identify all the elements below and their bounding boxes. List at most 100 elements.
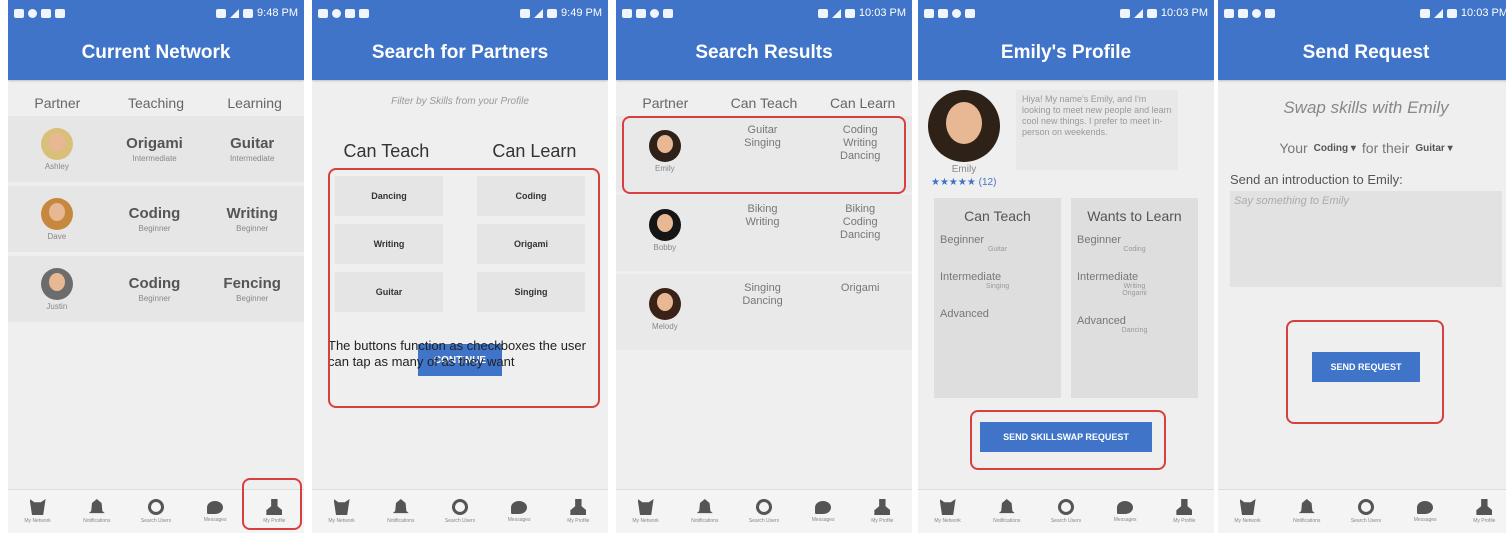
teach-skill: Origami	[126, 135, 183, 152]
learn-skill: Dancing	[840, 150, 881, 162]
swap-heading: Swap skills with Emily	[1283, 98, 1449, 117]
nav-label: My Network	[934, 518, 961, 524]
learn-filter-chip[interactable]: Origami	[477, 224, 585, 264]
selected-value: Coding	[1313, 142, 1349, 154]
partner-name: Bobby	[653, 243, 677, 252]
nav-notifications[interactable]: Notifications	[67, 499, 126, 524]
learn-filter-chip[interactable]: Singing	[477, 272, 585, 312]
teach-skill: Biking	[747, 203, 778, 215]
nav-my-network[interactable]: My Network	[8, 499, 67, 524]
nav-search-users[interactable]: Search Users	[1036, 499, 1095, 524]
nav-messages[interactable]: Messages	[1396, 500, 1455, 523]
your-label: Your	[1279, 140, 1308, 156]
bottom-nav: My Network Notifications Search Users Me…	[1218, 489, 1506, 533]
nav-my-network[interactable]: My Network	[918, 499, 977, 524]
nav-label: Notifications	[83, 518, 111, 524]
signal-icon	[230, 8, 240, 18]
status-icon	[41, 8, 51, 18]
nav-label: Messages	[811, 516, 835, 523]
bell-icon	[998, 499, 1015, 514]
level-heading: Intermediate	[1077, 271, 1139, 283]
result-row[interactable]: Bobby Biking Writing Biking Coding Dancing	[616, 195, 912, 271]
person-icon	[570, 499, 587, 515]
status-icon	[663, 8, 673, 18]
teach-level: Intermediate	[132, 154, 177, 163]
nav-label: Messages	[203, 516, 227, 523]
level-skills: Singing	[985, 283, 1010, 290]
status-icon	[952, 8, 961, 18]
your-skill-select[interactable]: Coding ▾	[1314, 143, 1356, 154]
bell-icon	[1298, 499, 1315, 514]
wifi-icon	[520, 8, 531, 18]
nav-label: Search Users	[748, 518, 780, 524]
search-icon	[1357, 499, 1374, 515]
nav-notifications[interactable]: Notifications	[1277, 499, 1336, 524]
introduction-textarea[interactable]: Say something to Emily	[1230, 191, 1502, 287]
wifi-icon	[1119, 8, 1130, 18]
can-teach-panel: Can Teach Beginner Guitar Intermediate S…	[934, 198, 1061, 398]
nav-my-network[interactable]: My Network	[616, 499, 675, 524]
nav-messages[interactable]: Messages	[186, 500, 245, 523]
learn-skill: Origami	[840, 282, 880, 294]
nav-search-users[interactable]: Search Users	[734, 499, 793, 524]
status-icon	[650, 8, 659, 18]
chat-icon	[207, 500, 224, 514]
signal-icon	[1133, 8, 1143, 18]
nav-my-profile[interactable]: My Profile	[1455, 499, 1506, 524]
nav-my-profile[interactable]: My Profile	[245, 499, 304, 524]
learn-skill: Guitar	[230, 135, 275, 152]
teach-filter-chip[interactable]: Guitar	[335, 272, 443, 312]
nav-messages[interactable]: Messages	[1096, 500, 1155, 523]
nav-my-network[interactable]: My Network	[312, 499, 371, 524]
result-row[interactable]: Melody Singing Dancing Origami	[616, 274, 912, 350]
nav-my-network[interactable]: My Network	[1218, 499, 1277, 524]
learn-skill: Dancing	[840, 229, 881, 241]
result-row[interactable]: Emily Guitar Singing Coding Writing Dancing	[616, 116, 912, 192]
learn-filter-chip[interactable]: Coding	[477, 176, 585, 216]
page-title: Search for Partners	[312, 26, 608, 80]
teach-skill: Singing	[744, 137, 781, 149]
search-icon	[755, 499, 772, 515]
nav-search-users[interactable]: Search Users	[430, 499, 489, 524]
network-row[interactable]: Dave Coding Beginner Writing Beginner	[8, 186, 304, 252]
nav-search-users[interactable]: Search Users	[126, 499, 185, 524]
nav-messages[interactable]: Messages	[490, 500, 549, 523]
clock: 9:48 PM	[257, 7, 298, 19]
battery-icon	[243, 8, 254, 18]
nav-notifications[interactable]: Notifications	[977, 499, 1036, 524]
status-icon	[1238, 8, 1248, 18]
nav-my-profile[interactable]: My Profile	[853, 499, 912, 524]
nav-my-profile[interactable]: My Profile	[1155, 499, 1214, 524]
nav-notifications[interactable]: Notifications	[371, 499, 430, 524]
their-skill-select[interactable]: Guitar ▾	[1415, 143, 1452, 154]
nav-label: Messages	[507, 516, 531, 523]
nav-my-profile[interactable]: My Profile	[549, 499, 608, 524]
status-icon	[28, 8, 37, 18]
nav-label: Notifications	[993, 518, 1021, 524]
bell-icon	[696, 499, 713, 514]
nav-notifications[interactable]: Notifications	[675, 499, 734, 524]
nav-messages[interactable]: Messages	[794, 500, 853, 523]
status-icon	[1265, 8, 1275, 18]
send-request-button[interactable]: SEND REQUEST	[1312, 352, 1420, 382]
status-icon	[55, 8, 65, 18]
learn-skill: Writing	[843, 137, 878, 149]
teach-filter-chip[interactable]: Writing	[335, 224, 443, 264]
network-row[interactable]: Justin Coding Beginner Fencing Beginner	[8, 256, 304, 322]
network-icon	[939, 499, 956, 515]
network-row[interactable]: Ashley Origami Intermediate Guitar Interme…	[8, 116, 304, 182]
network-icon	[333, 499, 350, 515]
teach-skill: Dancing	[742, 295, 783, 307]
level-skills: Writing Origami	[1122, 283, 1147, 297]
clock: 10:03 PM	[858, 7, 906, 19]
nav-search-users[interactable]: Search Users	[1336, 499, 1395, 524]
chat-icon	[815, 500, 832, 514]
teach-filter-chip[interactable]: Dancing	[335, 176, 443, 216]
send-skillswap-request-button[interactable]: SEND SKILLSWAP REQUEST	[980, 422, 1152, 452]
bottom-nav: My Network Notifications Search Users Me…	[918, 489, 1214, 533]
status-icon	[345, 8, 355, 18]
teach-skill: Writing	[745, 216, 780, 228]
profile-bio: Hiya! My name's Emily, and I'm looking t…	[1016, 90, 1178, 170]
header-can-learn: Can Learn	[829, 95, 896, 111]
learn-level: Beginner	[236, 294, 269, 303]
